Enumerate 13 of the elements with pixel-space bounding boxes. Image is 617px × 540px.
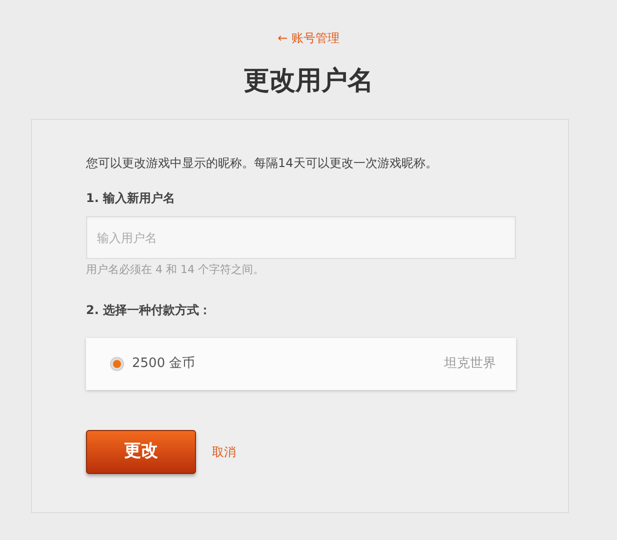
hint-text: 用户名必须在 4 和 14 个字符之间。 (86, 262, 265, 278)
step-label: 2. 选择一种付款方式： (86, 302, 212, 319)
change-button[interactable]: 更改 (86, 430, 196, 474)
step-label: 1. 输入新用户名 (86, 190, 176, 208)
cancel-link[interactable]: 取消 (212, 442, 236, 461)
price-text: 2500 金币 (132, 354, 196, 373)
intro-text: 您可以更改游戏中显示的昵称。每隔14天可以更改一次游戏昵称。 (86, 155, 438, 172)
username-field[interactable]: 输入用户名 (86, 216, 516, 260)
game-name: 坦克世界 (444, 354, 496, 373)
payment-option[interactable]: 2500 金币 坦克世界 (86, 338, 516, 390)
back-link[interactable]: ← 账号管理 (278, 31, 340, 45)
radio-button[interactable] (110, 356, 124, 371)
page-title: 更改用户名 (242, 66, 374, 98)
